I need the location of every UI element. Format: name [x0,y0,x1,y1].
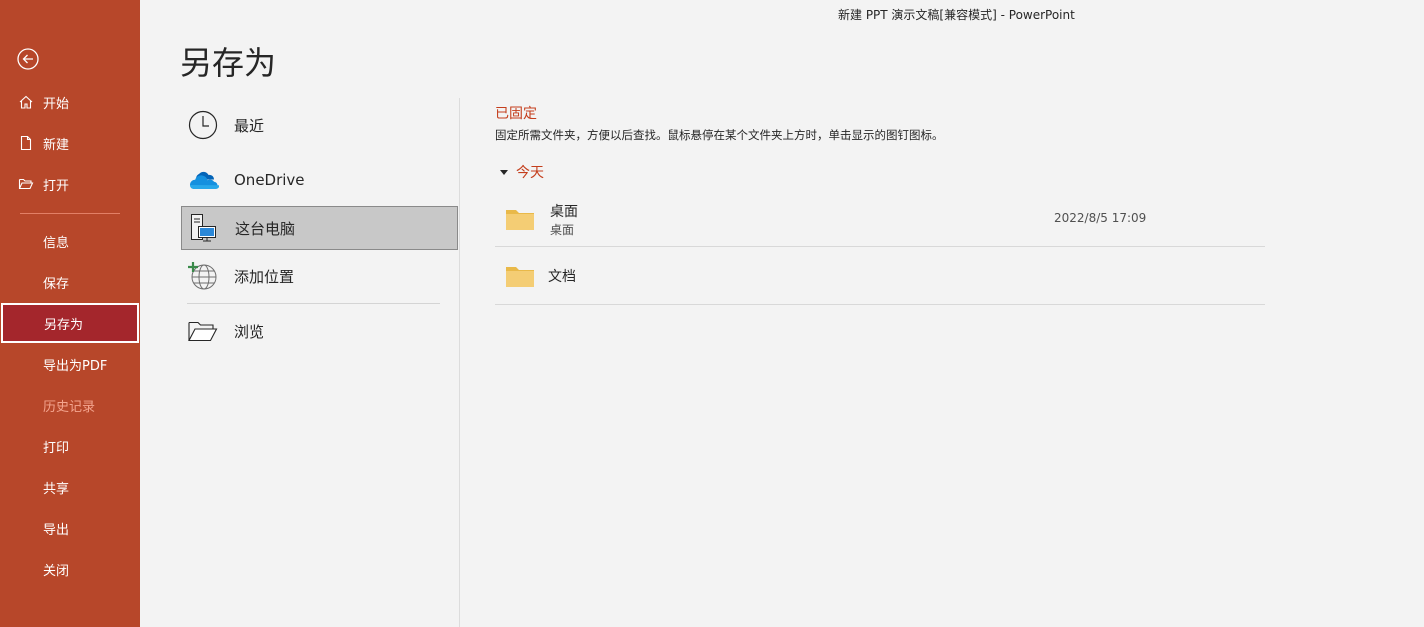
nav-history: 历史记录 [0,385,140,425]
nav-divider [20,213,120,214]
page-title: 另存为 [180,44,277,82]
nav-info[interactable]: 信息 [0,221,140,261]
location-onedrive[interactable]: OneDrive [181,158,458,202]
new-file-icon [18,135,34,151]
nav-close[interactable]: 关闭 [0,549,140,589]
back-button[interactable] [16,47,40,71]
location-label: OneDrive [234,171,305,189]
nav-label: 信息 [43,235,70,251]
folder-icon [506,210,534,230]
folder-modified-date: 2022/8/5 17:09 [1054,211,1147,225]
folder-row-documents[interactable]: 文档 [495,248,1265,305]
location-label: 最近 [234,116,265,135]
nav-export-pdf[interactable]: 导出为PDF [0,344,140,384]
pinned-heading: 已固定 [495,106,537,122]
folder-name: 文档 [548,269,576,285]
nav-label: 新建 [43,137,70,153]
location-label: 浏览 [234,322,265,341]
clock-icon [187,109,219,141]
nav-label: 打印 [43,440,70,456]
nav-label: 历史记录 [43,399,96,415]
location-browse[interactable]: 浏览 [181,309,458,353]
nav-label: 打开 [43,178,70,194]
nav-share[interactable]: 共享 [0,467,140,507]
open-folder-icon [18,176,34,192]
back-arrow-icon [17,48,39,70]
folder-path: 桌面 [550,223,575,237]
location-label: 添加位置 [234,267,295,286]
nav-save-as[interactable]: 另存为 [1,303,139,343]
nav-label: 另存为 [44,317,84,333]
folder-name: 桌面 [550,204,578,220]
nav-open[interactable]: 打开 [0,164,140,204]
nav-label: 保存 [43,276,70,292]
nav-home[interactable]: 开始 [0,82,140,122]
nav-export[interactable]: 导出 [0,508,140,548]
location-add-place[interactable]: 添加位置 [181,254,458,298]
folder-icon [506,267,534,287]
browse-folder-icon [187,315,219,347]
pane-separator [459,98,460,627]
nav-label: 共享 [43,481,70,497]
group-today-toggle[interactable]: 今天 [497,162,544,182]
location-recent[interactable]: 最近 [181,103,458,147]
nav-new[interactable]: 新建 [0,123,140,163]
nav-print[interactable]: 打印 [0,426,140,466]
home-icon [18,94,34,110]
this-pc-icon [188,212,220,244]
nav-save[interactable]: 保存 [0,262,140,302]
pinned-description: 固定所需文件夹，方便以后查找。鼠标悬停在某个文件夹上方时，单击显示的图钉图标。 [495,128,944,142]
locations-divider [187,303,440,304]
nav-label: 导出为PDF [43,358,108,374]
nav-label: 关闭 [43,563,70,579]
backstage-sidebar: 开始 新建 打开 信息 保存 另存为 导出为PDF 历史记录 打印 共享 导出 … [0,0,140,627]
folder-row-desktop[interactable]: 桌面 桌面 2022/8/5 17:09 [495,193,1265,247]
location-this-pc[interactable]: 这台电脑 [181,206,458,250]
nav-label: 开始 [43,96,70,112]
add-location-globe-icon [187,260,219,292]
window-title: 新建 PPT 演示文稿[兼容模式] - PowerPoint [838,8,1075,22]
location-label: 这台电脑 [235,219,296,238]
onedrive-cloud-icon [187,164,219,196]
group-today-label: 今天 [516,165,544,181]
nav-label: 导出 [43,522,70,538]
collapse-triangle-icon [500,169,508,175]
